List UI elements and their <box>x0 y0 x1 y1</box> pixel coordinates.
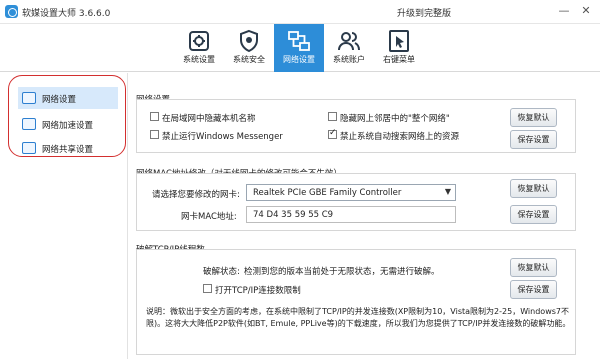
disable-auto-search-label: 禁止系统自动搜索网络上的资源 <box>340 132 460 142</box>
tcpip-save-button[interactable]: 保存设置 <box>510 280 557 299</box>
title-bar: 软媒设置大师 3.6.6.0 升级到完整版 — ✕ <box>0 0 600 24</box>
open-tcpip-limit-label: 打开TCP/IP连接数限制 <box>215 286 301 296</box>
tcpip-note: 说明：微软出于安全方面的考虑，在系统中限制了TCP/IP的并发连接数(XP限制为… <box>146 307 571 328</box>
mac-address-input[interactable]: 74 D4 35 59 55 C9 <box>246 206 456 223</box>
network-icon <box>288 31 310 51</box>
tab-system-settings[interactable]: 系统设置 <box>174 24 224 72</box>
tab-label: 右键菜单 <box>383 55 415 64</box>
adapter-select-label: 请选择您要修改的网卡: <box>152 190 240 200</box>
sidebar-item-label: 网络设置 <box>42 95 77 105</box>
network-save-button[interactable]: 保存设置 <box>510 130 557 149</box>
tab-label: 系统安全 <box>233 55 265 64</box>
app-title: 软媒设置大师 3.6.6.0 <box>22 9 111 19</box>
tab-network-settings[interactable]: 网络设置 <box>274 24 324 72</box>
hide-entire-network-label: 隐藏网上邻居中的"整个网络" <box>340 114 450 124</box>
mac-save-button[interactable]: 保存设置 <box>510 205 557 224</box>
tab-system-accounts[interactable]: 系统账户 <box>324 24 374 72</box>
main-toolbar: 系统设置 系统安全 网络设置 系统账户 右键菜单 <box>0 24 600 72</box>
tab-system-security[interactable]: 系统安全 <box>224 24 274 72</box>
upgrade-link[interactable]: 升级到完整版 <box>397 6 451 19</box>
adapter-select[interactable]: Realtek PCIe GBE Family Controller ▼ <box>246 184 456 201</box>
sidebar-item-network-settings[interactable]: 网络设置 <box>18 87 118 109</box>
tab-label: 系统设置 <box>183 55 215 64</box>
minimize-button[interactable]: — <box>556 3 572 19</box>
close-button[interactable]: ✕ <box>578 3 594 19</box>
mac-restore-button[interactable]: 恢复默认 <box>510 179 557 198</box>
disable-messenger-checkbox[interactable] <box>150 130 159 139</box>
network-acceleration-icon <box>22 118 36 130</box>
crack-status-value: 检测到您的版本当前处于无限状态，无需进行破解。 <box>244 267 440 277</box>
sidebar-item-network-sharing[interactable]: 网络共享设置 <box>18 137 118 159</box>
network-settings-icon <box>22 92 36 104</box>
mac-address-label: 网卡MAC地址: <box>181 212 237 222</box>
tab-label: 网络设置 <box>283 55 315 64</box>
adapter-select-value: Realtek PCIe GBE Family Controller <box>253 188 402 198</box>
shield-icon <box>240 29 258 53</box>
sidebar-item-network-acceleration[interactable]: 网络加速设置 <box>18 113 118 135</box>
network-sharing-icon <box>22 142 36 154</box>
hide-entire-network-checkbox[interactable] <box>328 112 337 121</box>
cursor-icon <box>389 30 409 52</box>
users-icon <box>338 32 360 51</box>
mac-address-value: 74 D4 35 59 55 C9 <box>253 210 334 220</box>
gear-icon <box>189 31 209 51</box>
hide-computer-name-label: 在局域网中隐藏本机名称 <box>162 114 256 124</box>
hide-computer-name-checkbox[interactable] <box>150 112 159 121</box>
sidebar-item-label: 网络加速设置 <box>42 121 94 131</box>
network-restore-button[interactable]: 恢复默认 <box>510 108 557 127</box>
tab-context-menu[interactable]: 右键菜单 <box>374 24 424 72</box>
open-tcpip-limit-checkbox[interactable] <box>203 284 212 293</box>
disable-auto-search-checkbox[interactable] <box>328 128 337 139</box>
app-logo-icon <box>5 5 18 18</box>
disable-messenger-label: 禁止运行Windows Messenger <box>162 132 283 142</box>
crack-status-label: 破解状态: <box>203 267 240 277</box>
tcpip-restore-button[interactable]: 恢复默认 <box>510 258 557 277</box>
tab-label: 系统账户 <box>333 55 365 64</box>
sidebar-item-label: 网络共享设置 <box>42 145 94 155</box>
chevron-down-icon: ▼ <box>444 187 451 196</box>
sidebar: 网络设置 网络加速设置 网络共享设置 <box>0 73 128 359</box>
